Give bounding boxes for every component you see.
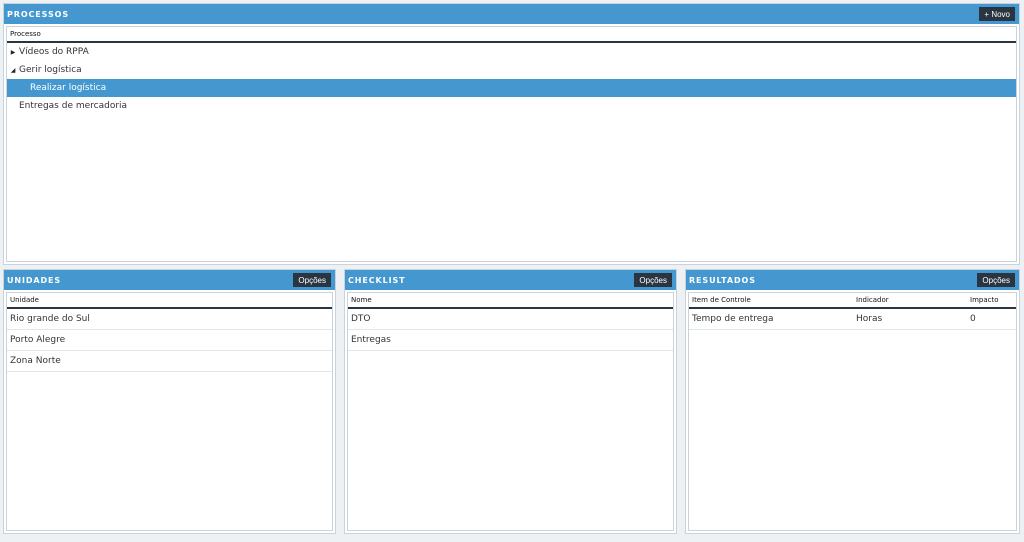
list-item[interactable]: DTO	[348, 309, 673, 330]
list-item[interactable]: Zona Norte	[7, 351, 332, 372]
indicador-column-label[interactable]: Indicador	[856, 296, 970, 304]
checklist-list: Nome DTO Entregas	[347, 292, 674, 531]
tree-item-entregas-mercadoria[interactable]: Entregas de mercadoria	[7, 97, 1016, 115]
tree-item-realizar-logistica[interactable]: Realizar logística	[7, 79, 1016, 97]
expand-caret-icon[interactable]: ▶	[7, 49, 19, 56]
unidades-title: UNIDADES	[7, 275, 62, 285]
list-item[interactable]: Rio grande do Sul	[7, 309, 332, 330]
processos-title: PROCESSOS	[7, 9, 69, 19]
unidades-options-button[interactable]: Opções	[293, 273, 331, 287]
resultados-options-button[interactable]: Opções	[977, 273, 1015, 287]
new-process-button[interactable]: + Novo	[979, 7, 1015, 21]
tree-item-label: Entregas de mercadoria	[19, 101, 128, 111]
tree-item-gerir-logistica[interactable]: ◢ Gerir logística	[7, 61, 1016, 79]
unidades-list: Unidade Rio grande do Sul Porto Alegre Z…	[6, 292, 333, 531]
tree-item-label: Realizar logística	[30, 83, 107, 93]
item-controle-cell: Tempo de entrega	[692, 314, 774, 324]
resultados-header: RESULTADOS Opções	[686, 270, 1019, 290]
processo-column-label: Processo	[10, 30, 41, 38]
tree-item-label: Vídeos do RPPA	[19, 47, 89, 57]
unidade-name: Zona Norte	[10, 356, 61, 366]
impacto-cell: 0	[970, 314, 976, 324]
processo-column-header[interactable]: Processo	[7, 27, 1016, 43]
checklist-title: CHECKLIST	[348, 275, 406, 285]
nome-column-header[interactable]: Nome	[348, 293, 673, 309]
nome-column-label: Nome	[351, 296, 372, 304]
resultados-table: Item de Controle Indicador Impacto Tempo…	[688, 292, 1017, 531]
collapse-caret-icon[interactable]: ◢	[7, 67, 19, 74]
processos-tree: Processo ▶ Vídeos do RPPA ◢ Gerir logíst…	[6, 26, 1017, 262]
unidade-name: Porto Alegre	[10, 335, 66, 345]
resultados-panel: RESULTADOS Opções Item de Controle Indic…	[685, 269, 1020, 534]
unidade-column-header[interactable]: Unidade	[7, 293, 332, 309]
resultados-title: RESULTADOS	[689, 275, 756, 285]
tree-item-videos-rppa[interactable]: ▶ Vídeos do RPPA	[7, 43, 1016, 61]
checklist-name: Entregas	[351, 335, 391, 345]
indicador-cell: Horas	[856, 314, 883, 324]
unidade-name: Rio grande do Sul	[10, 314, 90, 324]
unidades-header: UNIDADES Opções	[4, 270, 335, 290]
resultados-column-header: Item de Controle Indicador Impacto	[689, 293, 1016, 309]
unidades-panel: UNIDADES Opções Unidade Rio grande do Su…	[3, 269, 336, 534]
processos-panel: PROCESSOS + Novo Processo ▶ Vídeos do RP…	[3, 3, 1020, 265]
item-controle-column-label[interactable]: Item de Controle	[692, 296, 856, 304]
impacto-column-label[interactable]: Impacto	[970, 296, 999, 304]
list-item[interactable]: Entregas	[348, 330, 673, 351]
checklist-options-button[interactable]: Opções	[634, 273, 672, 287]
checklist-name: DTO	[351, 314, 371, 324]
tree-item-label: Gerir logística	[19, 65, 82, 75]
table-row[interactable]: Tempo de entrega Horas 0	[689, 309, 1016, 330]
processos-header: PROCESSOS + Novo	[4, 4, 1019, 24]
unidade-column-label: Unidade	[10, 296, 39, 304]
checklist-panel: CHECKLIST Opções Nome DTO Entregas	[344, 269, 677, 534]
list-item[interactable]: Porto Alegre	[7, 330, 332, 351]
checklist-header: CHECKLIST Opções	[345, 270, 676, 290]
